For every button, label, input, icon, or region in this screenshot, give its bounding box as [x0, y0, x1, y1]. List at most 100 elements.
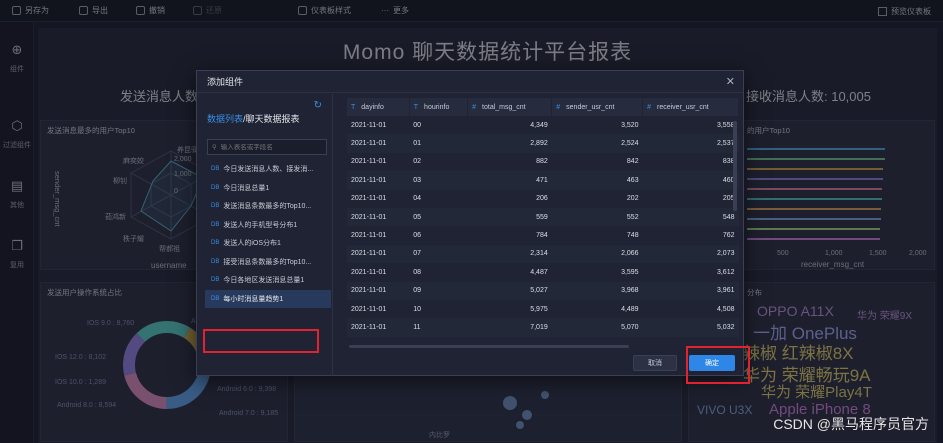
table-cell: 5,975	[530, 305, 548, 313]
table-cell: 548	[642, 207, 739, 227]
table-cell: 552	[551, 207, 643, 227]
table-row: 2021-11-01 07 2,314 2,066 2,073	[347, 244, 739, 264]
table-cell: 2021-11-01	[351, 268, 387, 276]
table-cell: 3,612	[716, 268, 735, 276]
table-row: 2021-11-01 03 471 463 460	[347, 171, 739, 190]
column-header: # sender_usr_cnt	[551, 98, 644, 116]
table-row: 2021-11-01 09 5,027 3,968 3,961	[347, 281, 739, 300]
vertical-scrollbar[interactable]	[733, 121, 737, 211]
table-cell: 206	[536, 195, 548, 203]
table-cell: 4,349	[530, 121, 548, 129]
table-cell: 09	[409, 281, 468, 300]
horizontal-scrollbar[interactable]	[349, 345, 629, 348]
column-header: Thourinfo	[409, 98, 469, 116]
data-preview-table: Tdayinfo Thourinfo # total_msg_cnt # sende…	[347, 98, 739, 344]
table-cell: 08	[413, 268, 422, 276]
list-item[interactable]: DB 今日消息总量1	[205, 179, 331, 198]
table-cell: 2021-11-01	[351, 158, 387, 166]
table-cell: 2021-11-01	[347, 281, 410, 300]
list-item[interactable]: DB 发送人的iOS分布1	[205, 234, 331, 253]
table-cell: 04	[413, 195, 422, 203]
table-cell: 2,537	[642, 134, 739, 153]
table-cell: 463	[551, 171, 643, 190]
add-component-dialog: 添加组件 ✕ ↻ 数据列表/聊天数据报表 ⚲ DB今日发送消息人数、接发消...…	[196, 70, 744, 376]
table-cell: 205	[722, 195, 735, 203]
table-cell: 7,019	[467, 318, 552, 337]
table-search-input[interactable]	[220, 143, 321, 151]
table-cell: 02	[413, 158, 422, 166]
table-cell: 4,489	[621, 305, 639, 313]
table-cell: 2021-11-01	[351, 305, 387, 313]
table-cell: 2021-11-01	[347, 134, 410, 153]
annotation-box-selected-table	[203, 329, 319, 353]
table-cell: 5,070	[551, 318, 643, 337]
table-row: 2021-11-01 11 7,019 5,070 5,032	[347, 318, 739, 337]
list-item[interactable]: DB 今日各地区发送消息总量1	[205, 271, 331, 290]
table-cell: 00	[413, 121, 422, 129]
table-row: 2021-11-01 00 4,349 3,520 3,558	[347, 116, 739, 134]
list-item[interactable]: DB 今日发送消息人数、接发消...	[205, 160, 331, 179]
table-cell: 2021-11-01	[347, 171, 410, 190]
column-header: # total_msg_cnt	[467, 98, 553, 116]
list-item-selected[interactable]: DB 每小时消息量趋势1	[205, 289, 331, 308]
table-cell: 2,314	[467, 244, 552, 264]
table-cell: 2,892	[467, 134, 552, 153]
table-row: 2021-11-01 02 882 842 838	[347, 153, 739, 171]
table-row: 2021-11-01 10 5,975 4,489 4,508	[347, 300, 739, 318]
table-row: 2021-11-01 06 784 748 762	[347, 226, 739, 244]
table-cell: 03	[409, 171, 468, 190]
table-row: 2021-11-01 05 559 552 548	[347, 207, 739, 227]
table-row: 2021-11-01 01 2,892 2,524 2,537	[347, 134, 739, 153]
search-icon: ⚲	[212, 144, 217, 151]
table-cell: 842	[626, 158, 639, 166]
table-cell: 2021-11-01	[351, 232, 387, 240]
table-cell: 01	[409, 134, 468, 153]
table-search-field[interactable]: ⚲	[207, 139, 327, 155]
table-cell: 838	[722, 158, 735, 166]
table-cell: 2,066	[551, 244, 643, 264]
table-row: 2021-11-01 08 4,487 3,595 3,612	[347, 263, 739, 281]
close-icon[interactable]: ✕	[726, 75, 735, 88]
table-cell: 460	[642, 171, 739, 190]
table-cell: 784	[536, 232, 548, 240]
datasource-title: 数据列表/聊天数据报表	[207, 114, 300, 124]
refresh-icon[interactable]: ↻	[314, 100, 322, 111]
cancel-button[interactable]: 取消	[633, 355, 677, 371]
table-cell: 4,508	[716, 305, 735, 313]
column-header: # receiver_usr_cnt	[642, 98, 739, 116]
table-cell: 3,961	[642, 281, 739, 300]
table-cell: 5,027	[467, 281, 552, 300]
table-cell: 762	[722, 232, 735, 240]
annotation-box-confirm	[686, 346, 750, 384]
table-cell: 2,524	[551, 134, 643, 153]
list-item[interactable]: DB 发送消息条数最多的Top10...	[205, 197, 331, 216]
table-cell: 2021-11-01	[351, 121, 387, 129]
list-item[interactable]: DB 发送人的手机型号分布1	[205, 216, 331, 235]
table-cell: 10	[413, 305, 422, 313]
table-cell: 2021-11-01	[347, 207, 410, 227]
table-cell: 559	[467, 207, 552, 227]
table-cell: 06	[413, 232, 422, 240]
table-cell: 882	[536, 158, 548, 166]
table-cell: 2,073	[642, 244, 739, 264]
column-header: Tdayinfo	[347, 98, 410, 116]
table-cell: 2021-11-01	[347, 318, 410, 337]
watermark: CSDN @黑马程序员官方	[773, 416, 929, 432]
table-list: DB 今日发送消息人数、接发消... DB 今日消息总量1 DB 发送消息条数最多的T…	[205, 160, 331, 308]
table-cell: 5,032	[642, 318, 739, 337]
table-cell: 3,968	[551, 281, 643, 300]
table-cell: 3,520	[621, 121, 639, 129]
table-cell: 11	[409, 318, 468, 337]
table-cell: 4,487	[530, 268, 548, 276]
table-cell: 3,595	[621, 268, 639, 276]
table-cell: 471	[467, 171, 552, 190]
table-cell: 2021-11-01	[347, 244, 410, 264]
table-cell: 202	[626, 195, 639, 203]
table-cell: 3,558	[716, 121, 735, 129]
list-item[interactable]: DB 接受消息条数最多的Top10...	[205, 253, 331, 272]
table-row: 2021-11-01 04 206 202 205	[347, 190, 739, 208]
table-cell: 2021-11-01	[351, 195, 387, 203]
table-cell: 07	[409, 244, 468, 264]
table-cell: 05	[409, 207, 468, 227]
dialog-title: 添加组件	[197, 71, 743, 93]
